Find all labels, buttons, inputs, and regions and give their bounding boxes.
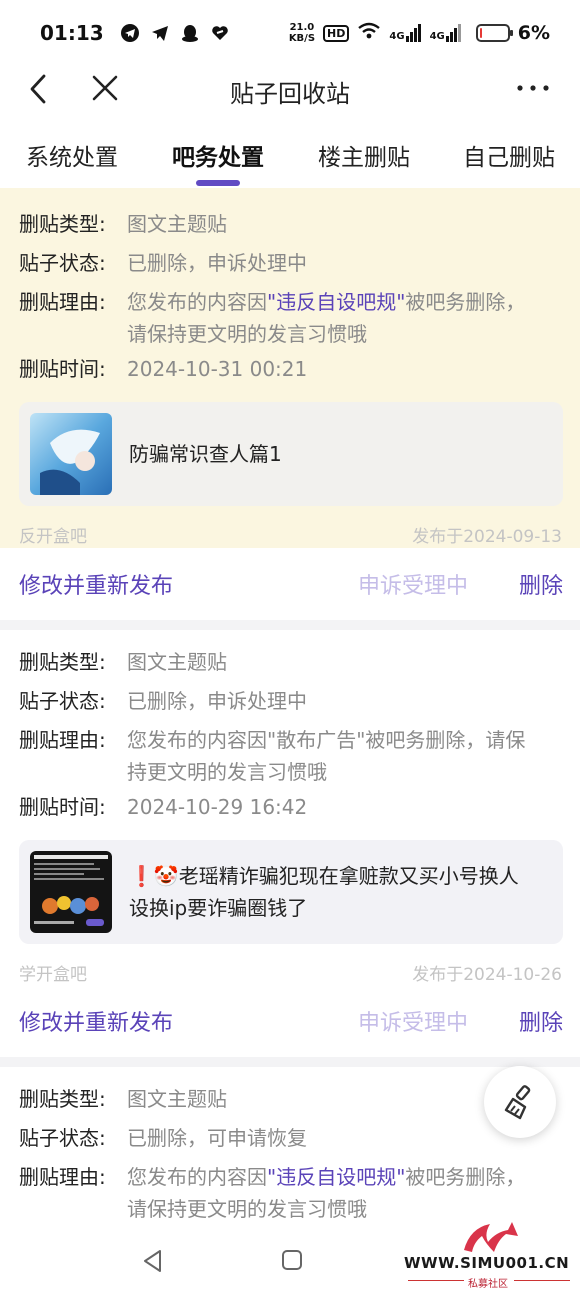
signal-icon-2: 4G	[430, 24, 462, 42]
send-icon	[150, 23, 170, 43]
status-bar: 01:13 21.0 KB/S HD 4G 4G 6%	[0, 0, 580, 66]
forum-name[interactable]: 反开盒吧	[19, 522, 87, 547]
net-speed-value: 21.0	[289, 22, 315, 33]
delete-button[interactable]: 删除	[519, 568, 563, 600]
status-label: 贴子状态:	[19, 251, 106, 275]
wifi-icon	[357, 22, 381, 44]
watermark-line-right	[514, 1280, 570, 1281]
reason-line1: 您发布的内容因"散布广告"被吧务删除，请保	[127, 728, 526, 752]
post-preview[interactable]: ❗🤡老瑶精诈骗犯现在拿赃款又买小号换人 设换ip要诈骗圈钱了	[19, 840, 563, 944]
time-label: 删贴时间:	[19, 795, 106, 819]
appeal-status-button[interactable]: 申诉受理中	[358, 568, 468, 600]
reason-suffix: 被吧务删除，	[405, 290, 526, 314]
tab-system[interactable]: 系统处置	[26, 138, 118, 172]
telegram-icon	[120, 23, 140, 43]
battery-percent: 6%	[517, 22, 550, 44]
reason-suffix: 被吧务删除，	[405, 1165, 526, 1189]
hd-icon: HD	[323, 24, 350, 42]
status-value: 已删除，申诉处理中	[127, 251, 307, 275]
type-label: 删贴类型:	[19, 650, 106, 674]
battery-icon	[475, 24, 513, 42]
status-value: 已删除，申诉处理中	[127, 689, 307, 713]
time-value: 2024-10-29 16:42	[127, 795, 308, 819]
reason-rule-link[interactable]: "违反自设吧规"	[267, 1165, 405, 1189]
type-value: 图文主题贴	[127, 212, 227, 236]
tab-bar: 系统处置 吧务处置 楼主删贴 自己删贴	[0, 128, 580, 188]
status-time: 01:13	[40, 21, 104, 45]
type-label: 删贴类型:	[19, 212, 106, 236]
reason-line2: 请保持更文明的发言习惯哦	[127, 322, 367, 346]
post-title-line1: ❗🤡老瑶精诈骗犯现在拿赃款又买小号换人	[129, 864, 519, 888]
battery-level	[479, 28, 482, 38]
signal-icon: 4G	[389, 24, 421, 42]
clean-button[interactable]	[484, 1066, 556, 1138]
status-label: 贴子状态:	[19, 1126, 106, 1150]
more-icon[interactable]	[516, 80, 550, 96]
system-home-icon[interactable]	[280, 1248, 304, 1272]
page-title: 贴子回收站	[230, 80, 350, 108]
tab-op-deleted[interactable]: 楼主删贴	[318, 138, 410, 172]
top-nav: 贴子回收站	[0, 66, 580, 112]
watermark-logo-icon	[464, 1222, 518, 1252]
reason-line2: 请保持更文明的发言习惯哦	[127, 1197, 367, 1221]
signal-label: 4G	[429, 31, 445, 42]
watermark-sub: 私募社区	[468, 1279, 508, 1290]
watermark-text: WWW.SIMU001.CN	[404, 1254, 570, 1272]
deleted-post-card: 删贴类型: 图文主题贴 贴子状态: 已删除，申诉处理中 删贴理由: 您发布的内容…	[0, 188, 580, 548]
appeal-status-button[interactable]: 申诉受理中	[358, 1005, 468, 1037]
back-icon[interactable]	[24, 70, 54, 108]
post-title: 防骗常识查人篇1	[129, 442, 282, 466]
delete-button[interactable]: 删除	[519, 1005, 563, 1037]
tab-moderator[interactable]: 吧务处置	[172, 138, 264, 172]
post-actions: 修改并重新发布 申诉受理中 删除	[0, 985, 580, 1057]
signal-label: 4G	[389, 31, 405, 42]
reason-label: 删贴理由:	[19, 1165, 106, 1189]
time-value: 2024-10-31 00:21	[127, 357, 308, 381]
tab-active-indicator	[196, 180, 240, 186]
post-thumbnail	[30, 851, 112, 933]
post-actions: 修改并重新发布 申诉受理中 删除	[0, 548, 580, 620]
divider	[0, 620, 580, 630]
reason-prefix: 您发布的内容因	[127, 290, 267, 314]
reason-label: 删贴理由:	[19, 290, 106, 314]
type-label: 删贴类型:	[19, 1087, 106, 1111]
tab-self-deleted[interactable]: 自己删贴	[463, 138, 555, 172]
deleted-post-card: 删贴类型: 图文主题贴 贴子状态: 已删除，申诉处理中 删贴理由: 您发布的内容…	[0, 630, 580, 985]
system-back-icon[interactable]	[140, 1248, 166, 1274]
post-title-line2: 设换ip要诈骗圈钱了	[129, 896, 308, 920]
status-label: 贴子状态:	[19, 689, 106, 713]
edit-repost-button[interactable]: 修改并重新发布	[19, 1005, 173, 1037]
publish-date: 发布于2024-09-13	[412, 527, 562, 547]
post-preview[interactable]: 防骗常识查人篇1	[19, 402, 563, 506]
heart-app-icon	[210, 23, 230, 43]
reason-prefix: 您发布的内容因	[127, 1165, 267, 1189]
edit-repost-button[interactable]: 修改并重新发布	[19, 568, 173, 600]
publish-date: 发布于2024-10-26	[412, 965, 562, 985]
watermark: WWW.SIMU001.CN 私募社区	[398, 1212, 578, 1292]
watermark-line-left	[408, 1280, 464, 1281]
post-title: ❗🤡老瑶精诈骗犯现在拿赃款又买小号换人 设换ip要诈骗圈钱了	[129, 860, 549, 924]
type-value: 图文主题贴	[127, 650, 227, 674]
type-value: 图文主题贴	[127, 1087, 227, 1111]
reason-value: 您发布的内容因"散布广告"被吧务删除，请保 持更文明的发言习惯哦	[127, 724, 525, 788]
post-thumbnail	[30, 413, 112, 495]
status-value: 已删除，可申请恢复	[127, 1126, 307, 1150]
qq-icon	[180, 23, 200, 43]
reason-value: 您发布的内容因"违反自设吧规"被吧务删除， 请保持更文明的发言习惯哦	[127, 286, 525, 350]
reason-label: 删贴理由:	[19, 728, 106, 752]
net-speed: 21.0 KB/S	[289, 22, 315, 44]
reason-line2: 持更文明的发言习惯哦	[127, 760, 327, 784]
net-speed-unit: KB/S	[288, 33, 316, 44]
time-label: 删贴时间:	[19, 357, 106, 381]
close-icon[interactable]	[88, 71, 122, 105]
forum-name[interactable]: 学开盒吧	[19, 960, 87, 985]
broom-icon	[504, 1085, 531, 1120]
divider	[0, 1057, 580, 1067]
reason-rule-link[interactable]: "违反自设吧规"	[267, 290, 405, 314]
